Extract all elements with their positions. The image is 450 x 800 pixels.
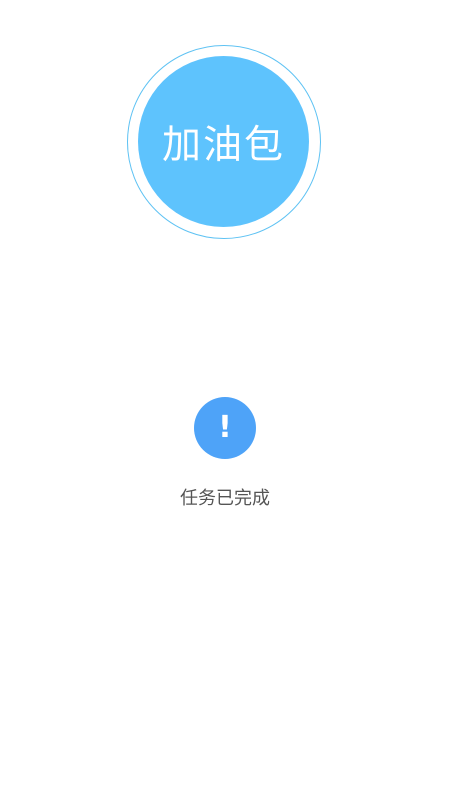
screen: 加油包 ! 任务已完成 (0, 0, 450, 800)
fuel-pack-badge: 加油包 (127, 45, 321, 239)
exclamation-icon: ! (194, 397, 256, 459)
fuel-pack-label: 加油包 (161, 122, 285, 168)
fuel-pack-badge-core: 加油包 (138, 56, 309, 227)
exclamation-glyph: ! (218, 410, 232, 445)
task-status-message: 任务已完成 (180, 488, 270, 509)
